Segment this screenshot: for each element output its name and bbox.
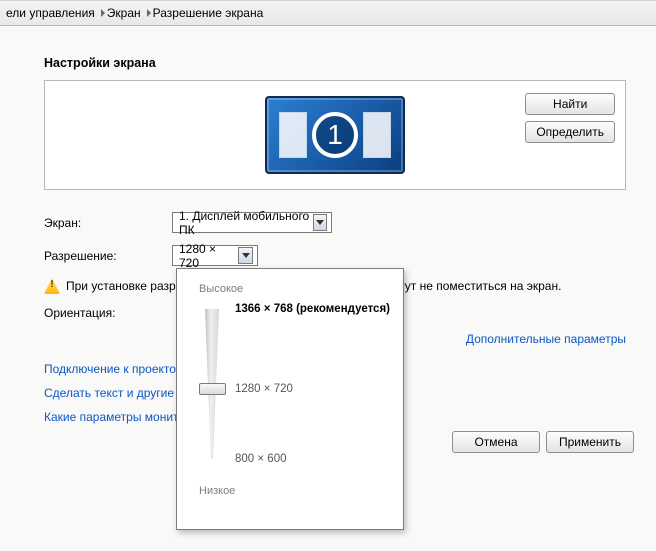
- cancel-button[interactable]: Отмена: [452, 431, 540, 453]
- slider-thumb[interactable]: [199, 383, 226, 395]
- find-button[interactable]: Найти: [525, 93, 615, 115]
- slider-option-recommended: 1366 × 768 (рекомендуется): [235, 303, 390, 315]
- warning-text: огут не поместиться на экран.: [394, 279, 562, 293]
- chevron-down-icon: [313, 214, 327, 231]
- page-title: Настройки экрана: [44, 56, 626, 70]
- orientation-label: Ориентация:: [44, 306, 172, 320]
- monitor-preview[interactable]: 1: [265, 96, 405, 174]
- apply-button[interactable]: Применить: [546, 431, 634, 453]
- warning-icon: [44, 278, 60, 294]
- detect-button[interactable]: Определить: [525, 121, 615, 143]
- slider-high-label: Высокое: [199, 283, 389, 295]
- chevron-right-icon: [147, 9, 151, 17]
- screen-dropdown-value: 1. Дисплей мобильного ПК: [179, 209, 313, 237]
- screen-label: Экран:: [44, 216, 172, 230]
- advanced-params-link[interactable]: Дополнительные параметры: [466, 332, 626, 346]
- resolution-dropdown[interactable]: 1280 × 720: [172, 245, 258, 266]
- resolution-dropdown-value: 1280 × 720: [179, 242, 238, 270]
- breadcrumb-item[interactable]: ели управления: [6, 6, 95, 20]
- breadcrumb-item[interactable]: Разрешение экрана: [153, 6, 264, 20]
- slider-option-min: 800 × 600: [235, 453, 286, 465]
- chevron-down-icon: [238, 247, 253, 264]
- chevron-right-icon: [101, 9, 105, 17]
- slider-low-label: Низкое: [199, 485, 389, 497]
- resolution-slider-popup: Высокое 1366 × 768 (рекомендуется) 1280 …: [176, 268, 404, 530]
- warning-text: При установке разр: [66, 279, 176, 293]
- screen-dropdown[interactable]: 1. Дисплей мобильного ПК: [172, 212, 332, 233]
- slider-option-current: 1280 × 720: [235, 383, 293, 395]
- display-preview-area: 1 Найти Определить: [44, 80, 626, 190]
- resolution-label: Разрешение:: [44, 249, 172, 263]
- monitor-number: 1: [312, 112, 358, 158]
- breadcrumb-item[interactable]: Экран: [107, 6, 141, 20]
- breadcrumb: ели управления Экран Разрешение экрана: [0, 0, 656, 26]
